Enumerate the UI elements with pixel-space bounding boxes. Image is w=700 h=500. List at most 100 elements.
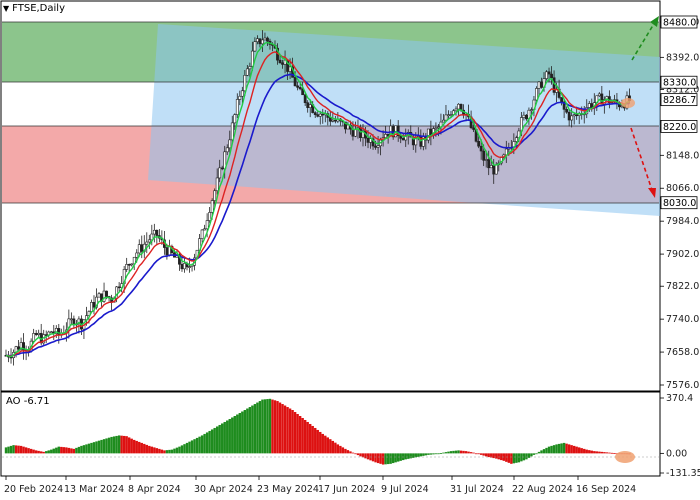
ao-bar xyxy=(314,427,317,454)
ao-bar xyxy=(37,450,40,454)
level-box-label: 8480.0 xyxy=(663,18,696,29)
ao-bar xyxy=(487,453,490,458)
last-price-marker xyxy=(621,98,635,108)
ao-bar xyxy=(107,437,111,454)
ao-bar xyxy=(246,408,249,454)
ao-bar xyxy=(75,447,78,454)
ao-bar xyxy=(479,453,483,455)
ao-bar xyxy=(258,401,262,454)
ao-bar xyxy=(482,453,485,456)
candle xyxy=(17,339,20,351)
ao-bar xyxy=(168,449,171,454)
price-tick-label: 7984.0 xyxy=(666,216,699,227)
ao-bar xyxy=(349,451,352,454)
level-box-label: 8330.0 xyxy=(663,78,696,89)
ao-bar xyxy=(407,453,410,459)
ao-bar xyxy=(243,410,247,454)
ao-tick-label: 370.4 xyxy=(666,393,693,404)
price-chart[interactable]: 8480.08392.08312.08148.08066.07984.07902… xyxy=(0,0,700,500)
ao-bar xyxy=(477,453,480,455)
candle xyxy=(90,299,93,312)
ao-bar xyxy=(608,452,611,454)
price-tick-label: 8148.0 xyxy=(666,150,699,161)
ao-bar xyxy=(565,443,568,454)
ao-bar xyxy=(17,445,20,454)
ao-bar xyxy=(583,448,586,454)
ao-bar xyxy=(228,418,231,454)
ao-bar xyxy=(366,453,370,460)
ao-bar xyxy=(183,444,186,454)
ao-bar xyxy=(500,453,503,461)
ao-bar xyxy=(140,442,143,454)
ao-bar xyxy=(545,447,548,454)
ao-bar xyxy=(422,453,425,456)
ao-bar xyxy=(585,449,588,454)
ao-bar xyxy=(555,444,558,454)
symbol-timeframe: FTSE,Daily xyxy=(12,3,65,14)
ao-bar xyxy=(102,439,106,454)
ao-bar xyxy=(145,444,148,454)
ao-bar xyxy=(100,439,103,454)
candle xyxy=(34,330,38,337)
ao-bar xyxy=(404,453,407,460)
ao-bar xyxy=(497,453,500,460)
ao-bar xyxy=(542,449,546,454)
ao-histogram xyxy=(4,398,631,465)
ao-bar xyxy=(251,405,254,454)
ao-bar xyxy=(72,448,76,454)
candle xyxy=(67,309,71,339)
ao-bar xyxy=(532,453,536,455)
ao-bar xyxy=(29,448,33,454)
ao-bar xyxy=(540,450,543,454)
ao-bar xyxy=(95,441,98,454)
ao-bar xyxy=(67,447,71,454)
ao-bar xyxy=(135,440,138,454)
ao-bar xyxy=(82,445,86,454)
ao-bar xyxy=(115,435,118,454)
ao-bar xyxy=(439,453,443,454)
ao-bar xyxy=(276,401,279,454)
ao-bar xyxy=(391,453,395,464)
ao-bar xyxy=(459,450,463,454)
ao-bar xyxy=(610,452,614,454)
triangle-down-icon[interactable]: ▼ xyxy=(3,4,9,13)
ao-bar xyxy=(341,447,345,454)
ao-bar xyxy=(268,398,272,454)
ao-bar xyxy=(605,452,609,454)
ao-bar xyxy=(283,405,287,454)
ao-bar xyxy=(175,447,179,454)
ao-bar xyxy=(462,450,465,454)
ao-bar xyxy=(364,453,367,459)
ao-bar xyxy=(195,437,199,454)
level-box-label: 8220.0 xyxy=(663,122,696,133)
ao-value: -6.71 xyxy=(23,396,50,407)
ao-bar xyxy=(150,446,154,454)
ao-bar xyxy=(52,448,55,454)
ao-bar xyxy=(87,443,91,454)
ao-bar xyxy=(492,453,495,459)
ao-tick-label: -131.35 xyxy=(666,468,700,479)
ao-bar xyxy=(535,453,538,455)
price-tick-label: 7576.0 xyxy=(666,380,699,391)
time-tick-label: 31 Jul 2024 xyxy=(450,484,504,495)
ao-bar xyxy=(298,415,302,454)
ao-bar xyxy=(334,442,337,454)
ao-bar xyxy=(580,448,583,454)
candle xyxy=(49,330,53,334)
ao-bar xyxy=(374,453,377,463)
chart-header: ▼ FTSE,Daily xyxy=(3,3,65,14)
ao-bar xyxy=(311,425,314,454)
time-tick-label: 16 Sep 2024 xyxy=(576,484,636,495)
ao-bar xyxy=(396,453,400,462)
ao-bar xyxy=(213,427,216,454)
ao-header: AO -6.71 xyxy=(6,396,50,407)
ao-bar xyxy=(263,399,267,454)
ao-bar xyxy=(12,445,15,454)
ao-bar xyxy=(384,453,387,465)
ao-bar xyxy=(293,412,297,454)
ao-bar xyxy=(92,442,96,454)
ao-bar xyxy=(210,429,214,454)
ao-bar xyxy=(321,433,324,454)
ao-bar xyxy=(296,414,299,454)
ao-bar xyxy=(447,451,450,454)
